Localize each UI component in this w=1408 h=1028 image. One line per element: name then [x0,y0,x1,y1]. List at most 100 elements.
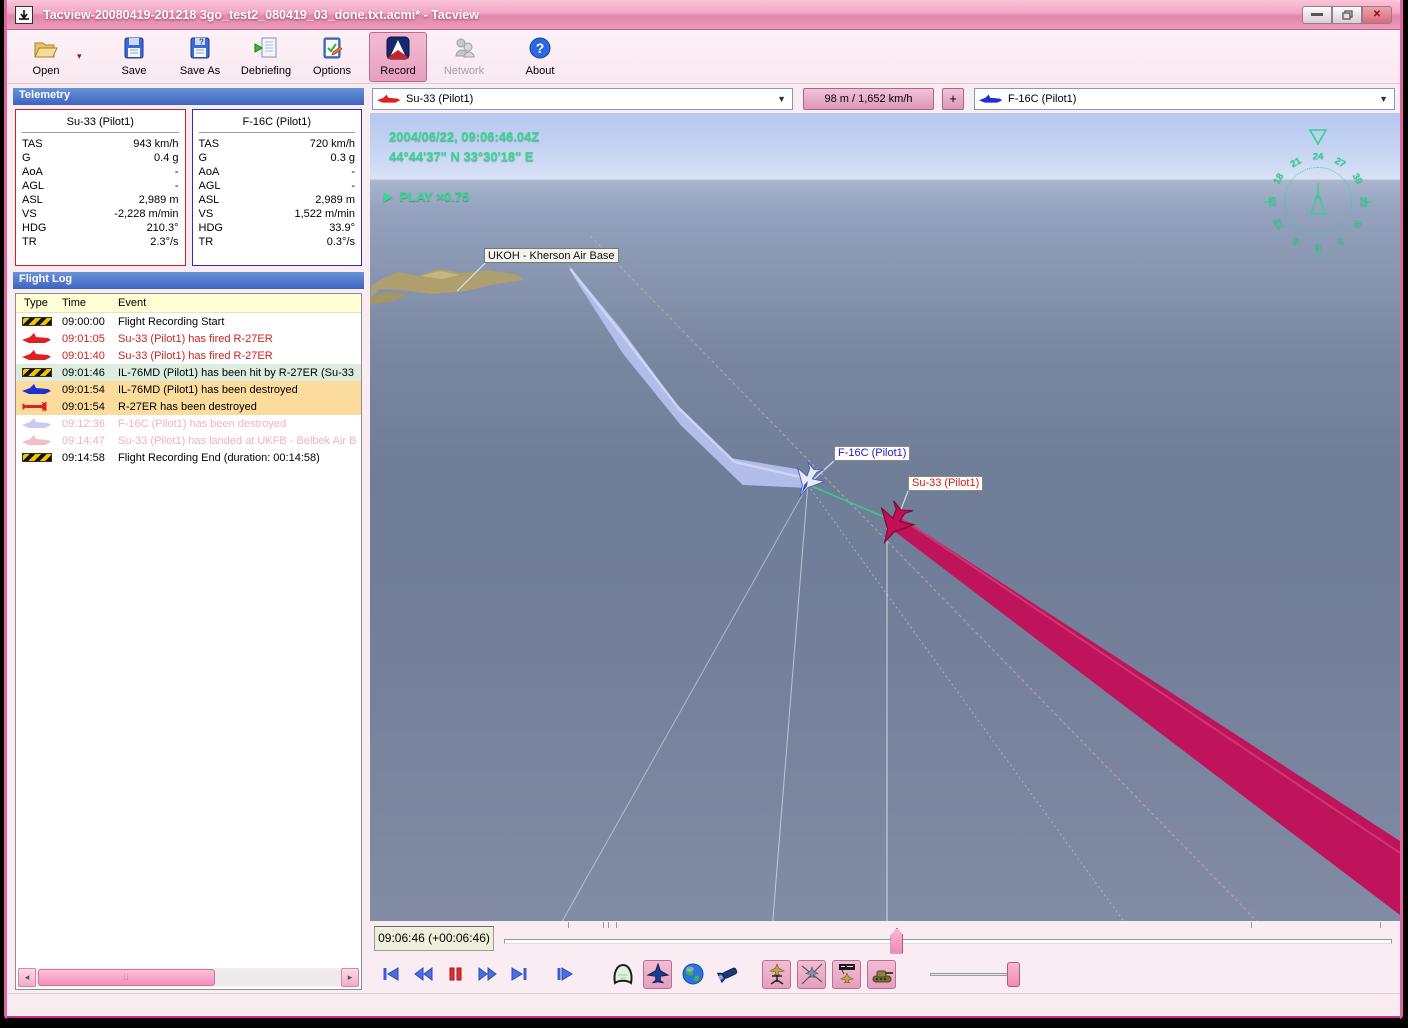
telemetry-value: - [174,166,179,178]
maximize-button[interactable] [1332,5,1362,24]
telemetry-value: 210.3° [146,222,179,234]
faded-red-aircraft-icon [16,435,62,446]
open-dropdown-arrow[interactable]: ▾ [77,47,89,67]
aircraft-view-toggle[interactable] [643,959,672,989]
su33-label[interactable]: Su-33 (Pilot1) [908,476,984,491]
add-view-button[interactable]: + [942,87,964,110]
save-as-button[interactable]: ? Save As [171,32,229,82]
compass-ring [1284,167,1352,235]
3d-viewport[interactable]: 2004/06/22, 09:06:46.04Z 44°44'37" N 33°… [370,113,1400,921]
log-row[interactable]: 09:01:05 Su-33 (Pilot1) has fired R-27ER [16,330,361,347]
telemetry-value: - [351,166,355,178]
open-button[interactable]: Open [17,32,75,82]
log-row[interactable]: 09:01:54 IL-76MD (Pilot1) has been destr… [16,381,361,398]
compass-rose[interactable]: 24 27 30 33 N 3 6 9 12 15 18 21 [1260,127,1376,259]
telemetry-value: 2,989 m [138,194,179,206]
object-selector-bar: Su-33 (Pilot1) ▼ 98 m / 1,652 km/h + F-1… [370,84,1400,113]
right-object-selector[interactable]: F-16C (Pilot1) ▼ [974,87,1395,110]
show-trajectories-toggle[interactable] [797,959,826,989]
play-button[interactable] [552,962,578,986]
zoom-slider-handle[interactable] [1007,962,1020,987]
about-icon: ? [528,36,552,63]
chevron-down-icon: ▼ [1379,93,1388,104]
telemetry-label: HDG [198,222,223,234]
go-to-end-button[interactable] [506,962,532,986]
debriefing-button[interactable]: Debriefing [237,32,295,82]
telemetry-value: 2,989 m [315,194,355,206]
timeline-track[interactable] [504,938,1392,944]
cockpit-view-toggle[interactable] [608,960,637,989]
blue-aircraft-icon [16,384,62,395]
globe-view-toggle[interactable] [678,960,707,989]
log-row[interactable]: 09:14:58 Flight Recording End (duration:… [16,449,361,466]
pause-button[interactable] [442,962,468,986]
flashlight-icon [716,967,737,984]
telemetry-value: 2.3°/s [150,236,179,248]
telemetry-label: TAS [198,138,220,150]
options-label: Options [313,65,351,77]
faded-blue-aircraft-icon [16,418,62,429]
telemetry-label: AGL [198,180,221,192]
log-row[interactable]: 09:01:40 Su-33 (Pilot1) has fired R-27ER [16,347,361,364]
spotlight-view-toggle[interactable] [713,960,742,989]
right-selector-value: F-16C (Pilot1) [1008,92,1077,105]
close-button[interactable]: ✕ [1362,5,1392,24]
label-icon [838,964,855,984]
network-button: Network [435,32,493,82]
about-button[interactable]: ? About [511,32,569,82]
scroll-left-button[interactable]: ◂ [18,968,36,987]
flight-log-hscrollbar[interactable]: ◂ ⦙⦙ ▸ [18,968,359,987]
go-to-start-button[interactable] [378,962,404,986]
minimize-button[interactable] [1302,5,1332,24]
scrollbar-track[interactable]: ⦙⦙ [36,969,341,986]
save-label: Save [121,65,147,77]
red-aircraft-icon [377,94,401,103]
left-object-selector[interactable]: Su-33 (Pilot1) ▼ [372,87,793,110]
fast-forward-button[interactable] [474,962,500,986]
network-label: Network [443,65,485,77]
globe-icon [682,963,703,985]
save-as-label: Save As [179,65,221,77]
show-telemetry-pylons-toggle[interactable] [762,959,791,989]
svg-text:?: ? [536,40,545,56]
scroll-right-button[interactable]: ▸ [341,968,359,987]
telemetry-label: ASL [198,194,220,206]
show-labels-toggle[interactable] [832,959,861,989]
tank-icon [872,970,893,983]
record-tacview-icon [386,36,410,63]
telemetry-label: AoA [22,166,43,178]
view-panel: Su-33 (Pilot1) ▼ 98 m / 1,652 km/h + F-1… [370,84,1400,993]
status-bar [7,993,1400,1017]
record-button[interactable]: Record [369,31,427,82]
telemetry-label: VS [22,208,37,220]
zoom-slider[interactable] [930,960,1020,988]
distance-speed-button[interactable]: 98 m / 1,652 km/h [803,87,934,110]
chevron-down-icon: ▼ [777,93,786,104]
telemetry-label: VS [198,208,214,220]
app-icon [15,5,33,24]
current-time-field[interactable]: 09:06:46 (+00:06:46) [374,926,494,951]
rewind-button[interactable] [410,962,436,986]
trajectory-icon [801,963,822,985]
log-row[interactable]: 09:12:36 F-16C (Pilot1) has been destroy… [16,415,361,432]
options-button[interactable]: Options [303,32,361,82]
taskbar-edge [7,1016,1400,1025]
red-missile-icon [16,401,62,412]
telemetry-value: 1,522 m/min [294,208,355,220]
open-label: Open [32,65,60,77]
flight-log-columns: Type Time Event [16,294,361,313]
log-row[interactable]: 09:01:54 R-27ER has been destroyed [16,398,361,415]
save-as-floppy-icon: ? [188,36,212,63]
sim-datetime: 2004/06/22, 09:06:46.04Z [389,129,540,144]
save-button[interactable]: Save [105,32,163,82]
scrollbar-thumb[interactable]: ⦙⦙ [38,969,215,986]
save-floppy-icon [122,36,146,63]
column-time: Time [62,297,87,309]
timeline-slider[interactable] [504,921,1396,956]
log-row[interactable]: 09:14:47 Su-33 (Pilot1) has landed at UK… [16,432,361,449]
show-ground-objects-toggle[interactable] [867,959,896,989]
telemetry-header: Telemetry [13,88,364,105]
log-row[interactable]: 09:01:46 IL-76MD (Pilot1) has been hit b… [16,364,361,381]
f16-label[interactable]: F-16C (Pilot1) [834,446,911,461]
log-row[interactable]: 09:00:00 Flight Recording Start [16,313,361,330]
